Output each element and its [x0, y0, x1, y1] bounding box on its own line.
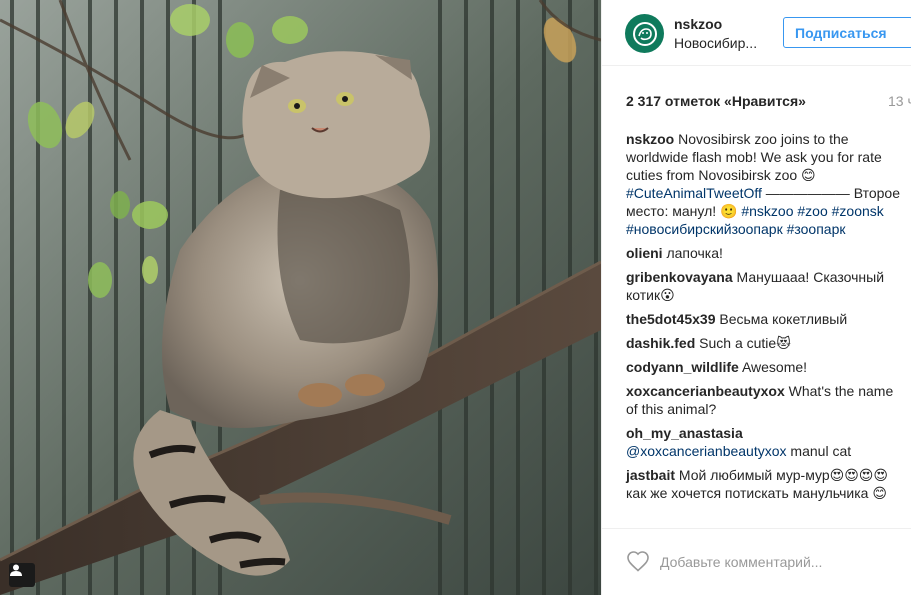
- post-location[interactable]: Новосибир...: [674, 35, 774, 51]
- comment-item: the5dot45x39 Весьма кокетливый: [626, 310, 902, 328]
- comment-username[interactable]: xoxcancerianbeautyxox: [626, 383, 785, 399]
- comment-item: dashik.fed Such a cutie😻: [626, 334, 902, 352]
- hashtag-link[interactable]: #zoo: [797, 203, 827, 219]
- post-username[interactable]: nskzoo: [674, 16, 722, 32]
- hashtag-link[interactable]: #zoonsk: [832, 203, 884, 219]
- comment-username[interactable]: gribenkovayana: [626, 269, 733, 285]
- comment-item: olieni лапочка!: [626, 244, 902, 262]
- post-time[interactable]: 13 ч: [888, 93, 911, 109]
- post-header: nskzoo Новосибир... Подписаться: [602, 0, 911, 66]
- comment-item: jastbait Мой любимый мур-мур😍😍😍😍 как же …: [626, 466, 902, 502]
- comments-list: nskzoo Novosibirsk zoo joins to the worl…: [626, 130, 902, 508]
- comment-username[interactable]: the5dot45x39: [626, 311, 715, 327]
- comment-username[interactable]: olieni: [626, 245, 663, 261]
- hashtag-link[interactable]: #CuteAnimalTweetOff: [626, 185, 762, 201]
- comment-item: oh_my_anastasia @xoxcancerianbeautyxox m…: [626, 424, 902, 460]
- comment-username[interactable]: codyann_wildlife: [626, 359, 739, 375]
- comment-text: Such a cutie😻: [699, 335, 791, 351]
- caption-username[interactable]: nskzoo: [626, 131, 674, 147]
- follow-button[interactable]: Подписаться: [783, 17, 911, 48]
- likes-count[interactable]: 2 317 отметок «Нравится»: [626, 93, 806, 109]
- comment-text: лапочка!: [666, 245, 723, 261]
- comment-text: Весьма кокетливый: [719, 311, 848, 327]
- post-stats: 2 317 отметок «Нравится» 13 ч: [626, 93, 911, 113]
- comment-text: Awesome!: [741, 359, 808, 375]
- mention-link[interactable]: @xoxcancerianbeautyxox: [626, 443, 787, 459]
- comment-username[interactable]: oh_my_anastasia: [626, 425, 743, 441]
- post-photo[interactable]: [0, 0, 601, 595]
- comment-item: xoxcancerianbeautyxox What's the name of…: [626, 382, 902, 418]
- snow-leopard-logo-icon[interactable]: [625, 14, 664, 53]
- hashtag-link[interactable]: #новосибирскийзоопарк: [626, 221, 783, 237]
- post-side-panel: nskzoo Новосибир... Подписаться 2 317 от…: [601, 0, 911, 595]
- add-comment-input[interactable]: [660, 549, 910, 575]
- caption: nskzoo Novosibirsk zoo joins to the worl…: [626, 130, 902, 238]
- heart-outline-icon[interactable]: [626, 550, 650, 572]
- hashtag-link[interactable]: #nskzoo: [741, 203, 793, 219]
- manul-photo-illustration: [0, 0, 601, 595]
- comment-item: gribenkovayana Манушааа! Сказочный котик…: [626, 268, 902, 304]
- user-tag-icon[interactable]: [9, 563, 35, 587]
- comment-footer: [602, 528, 911, 595]
- comment-username[interactable]: jastbait: [626, 467, 675, 483]
- comment-text: manul cat: [786, 443, 852, 459]
- hashtag-link[interactable]: #зоопарк: [787, 221, 846, 237]
- comment-username[interactable]: dashik.fed: [626, 335, 695, 351]
- comment-item: codyann_wildlife Awesome!: [626, 358, 902, 376]
